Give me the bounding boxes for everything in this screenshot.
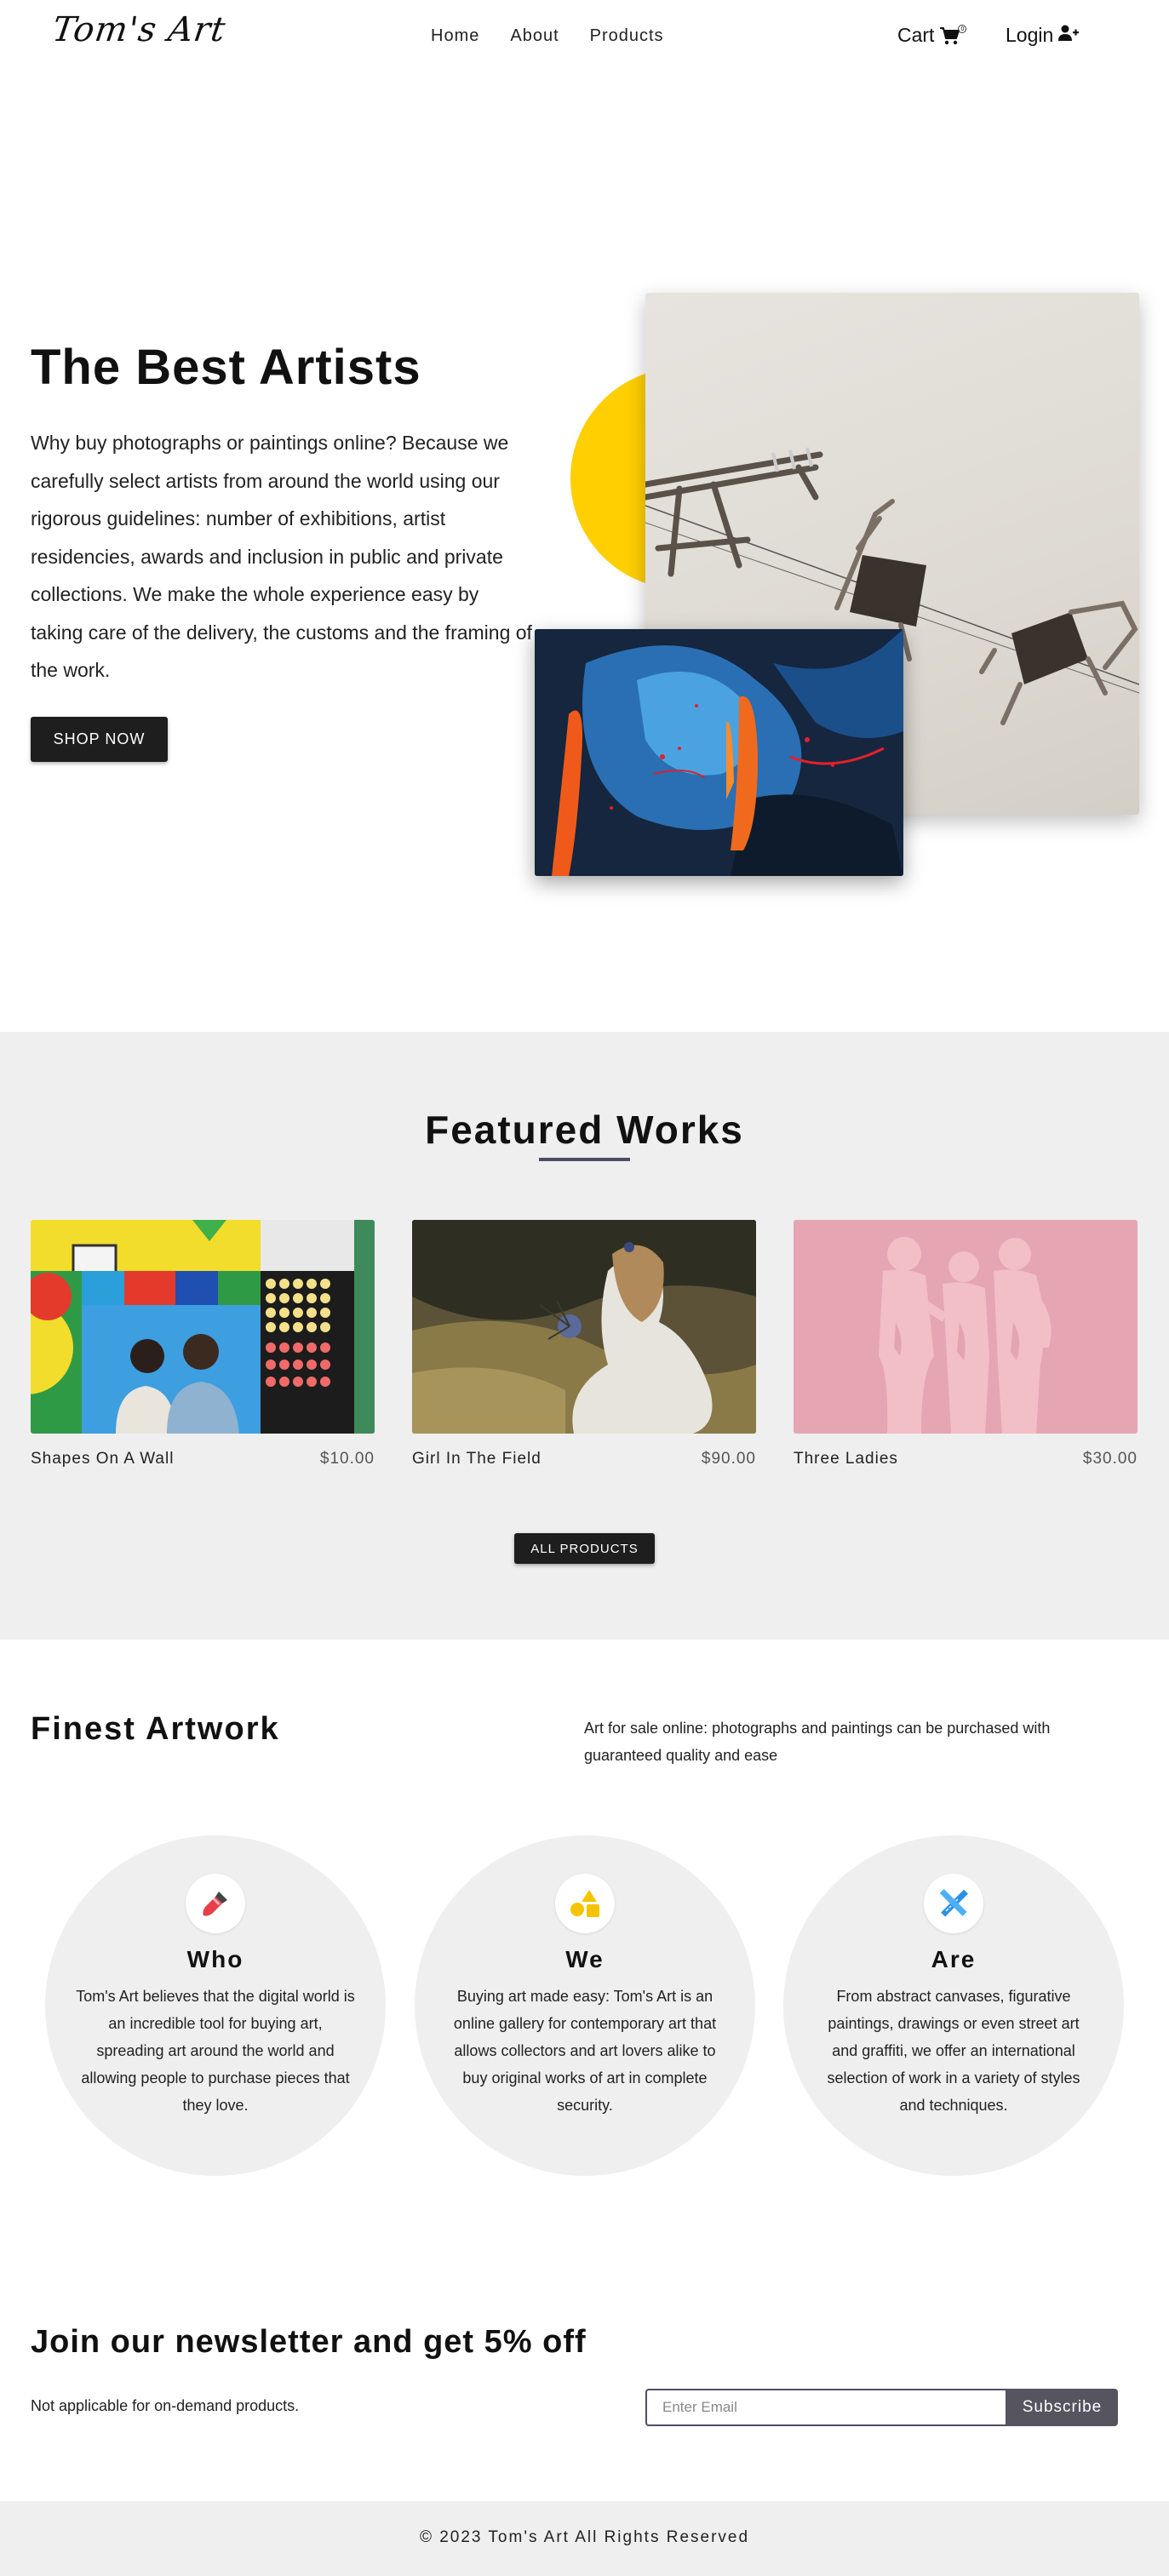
login-button[interactable]: Login — [1006, 24, 1080, 47]
feature-title: We — [565, 1946, 605, 1972]
product-name[interactable]: Shapes On A Wall — [31, 1450, 174, 1468]
product-price: $30.00 — [1082, 1450, 1137, 1468]
feature-title: Who — [186, 1946, 244, 1972]
shapes-icon — [555, 1874, 615, 1933]
feature-circle-we: We Buying art made easy: Tom's Art is an… — [415, 1835, 755, 2176]
cart-button[interactable]: Cart 0 — [897, 24, 967, 47]
product-name[interactable]: Three Ladies — [794, 1450, 898, 1468]
hero-artwork-abstract-painting — [535, 629, 903, 876]
newsletter-title: Join our newsletter and get 5% off — [31, 2324, 587, 2360]
cart-label: Cart — [897, 24, 935, 46]
feature-text: Tom's Art believes that the digital worl… — [76, 1988, 355, 2114]
hero-title: The Best Artists — [31, 340, 421, 395]
product-card[interactable]: Girl In The Field $90.00 — [412, 1220, 756, 1468]
newsletter-note: Not applicable for on-demand products. — [31, 2397, 300, 2414]
feature-circle-who: Who Tom's Art believes that the digital … — [45, 1835, 386, 2176]
product-image-girl-in-the-field[interactable] — [412, 1220, 756, 1434]
paintbrush-icon — [186, 1874, 245, 1933]
all-products-button[interactable]: ALL PRODUCTS — [514, 1533, 655, 1564]
email-input[interactable] — [645, 2389, 1007, 2426]
top-navbar: Tom's Art Home About Products Cart 0 Log… — [0, 0, 1169, 75]
product-image-shapes-on-a-wall[interactable] — [31, 1220, 375, 1434]
nav-link-home[interactable]: Home — [431, 26, 479, 46]
user-plus-icon — [1058, 24, 1080, 47]
nav-link-about[interactable]: About — [510, 26, 559, 46]
cart-count-badge: 0 — [958, 24, 967, 33]
site-logo[interactable]: Tom's Art — [50, 10, 228, 49]
pencil-ruler-icon — [924, 1874, 983, 1933]
product-name[interactable]: Girl In The Field — [412, 1450, 542, 1468]
feature-title: Are — [931, 1946, 977, 1972]
shopping-cart-icon: 0 — [939, 24, 967, 45]
product-price: $10.00 — [319, 1450, 375, 1468]
footer: © 2023 Tom's Art All Rights Reserved — [0, 2501, 1169, 2576]
product-card[interactable]: Shapes On A Wall $10.00 — [31, 1220, 375, 1468]
subscribe-button[interactable]: Subscribe — [1006, 2389, 1118, 2426]
product-image-three-ladies[interactable] — [794, 1220, 1137, 1434]
nav-link-products[interactable]: Products — [590, 26, 664, 46]
product-price: $90.00 — [701, 1450, 756, 1468]
main-nav: Home About Products — [431, 26, 664, 46]
featured-works-section: Featured Works Shapes On A Wall $10.00 G… — [0, 1032, 1169, 1640]
feature-text: From abstract canvases, figurative paint… — [827, 1988, 1080, 2114]
feature-circle-are: Are From abstract canvases, figurative p… — [783, 1835, 1124, 2176]
feature-text: Buying art made easy: Tom's Art is an on… — [453, 1988, 717, 2114]
product-card[interactable]: Three Ladies $30.00 — [794, 1220, 1137, 1468]
title-underline — [539, 1158, 630, 1161]
shop-now-button[interactable]: SHOP NOW — [31, 717, 168, 762]
finest-description: Art for sale online: photographs and pai… — [584, 1720, 1051, 1764]
login-label: Login — [1006, 24, 1054, 46]
hero-description: Why buy photographs or paintings online?… — [31, 432, 532, 681]
finest-title: Finest Artwork — [31, 1711, 280, 1747]
copyright-text: © 2023 Tom's Art All Rights Reserved — [419, 2528, 750, 2546]
featured-title: Featured Works — [425, 1108, 744, 1152]
